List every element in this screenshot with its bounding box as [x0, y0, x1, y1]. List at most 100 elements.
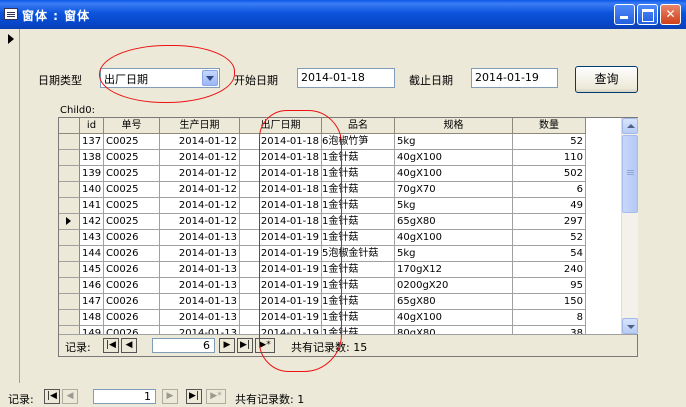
table-cell[interactable]: C0026: [104, 262, 160, 278]
table-cell[interactable]: 2014-01-13: [160, 310, 240, 326]
row-selector[interactable]: [59, 326, 80, 334]
column-header[interactable]: 规格: [395, 118, 513, 134]
table-cell[interactable]: 2014-01-19: [240, 294, 322, 310]
table-cell[interactable]: 143: [80, 230, 104, 246]
table-row[interactable]: 148 C0026 2014-01-13 2014-01-19 1金针菇 40gX100 8: [59, 310, 621, 326]
table-cell[interactable]: 146: [80, 278, 104, 294]
table-cell[interactable]: 52: [513, 134, 586, 150]
table-cell[interactable]: C0025: [104, 214, 160, 230]
table-cell[interactable]: 2014-01-12: [160, 182, 240, 198]
row-selector[interactable]: [59, 230, 80, 246]
table-cell[interactable]: 2014-01-12: [160, 214, 240, 230]
outer-record-selector[interactable]: [0, 29, 20, 383]
table-cell[interactable]: C0025: [104, 150, 160, 166]
table-cell[interactable]: 1金针菇: [322, 310, 395, 326]
row-selector[interactable]: [59, 310, 80, 326]
row-selector[interactable]: [59, 246, 80, 262]
row-selector[interactable]: [59, 198, 80, 214]
table-cell[interactable]: 1金针菇: [322, 230, 395, 246]
table-row[interactable]: 140 C0025 2014-01-12 2014-01-18 1金针菇 70gX70 6: [59, 182, 621, 198]
table-cell[interactable]: 145: [80, 262, 104, 278]
table-cell[interactable]: 6泡椒竹笋: [322, 134, 395, 150]
start-date-field[interactable]: 2014-01-18: [297, 68, 395, 88]
table-cell[interactable]: 2014-01-12: [160, 150, 240, 166]
table-cell[interactable]: 2014-01-12: [160, 134, 240, 150]
table-cell[interactable]: C0025: [104, 134, 160, 150]
table-row[interactable]: 141 C0025 2014-01-12 2014-01-18 1金针菇 5kg 49: [59, 198, 621, 214]
table-cell[interactable]: 2014-01-13: [160, 294, 240, 310]
table-cell[interactable]: 1金针菇: [322, 278, 395, 294]
table-cell[interactable]: 40gX100: [395, 166, 513, 182]
table-cell[interactable]: 40gX100: [395, 310, 513, 326]
table-cell[interactable]: 1金针菇: [322, 166, 395, 182]
row-selector[interactable]: [59, 166, 80, 182]
query-button[interactable]: 查询: [575, 66, 638, 93]
table-cell[interactable]: 138: [80, 150, 104, 166]
row-selector[interactable]: [59, 134, 80, 150]
table-cell[interactable]: 2014-01-19: [240, 262, 322, 278]
table-cell[interactable]: 2014-01-18: [240, 166, 322, 182]
last-record-icon[interactable]: ▶|: [237, 338, 253, 353]
header-corner[interactable]: [59, 118, 80, 134]
table-cell[interactable]: 2014-01-13: [160, 230, 240, 246]
table-cell[interactable]: 149: [80, 326, 104, 334]
column-header[interactable]: 生产日期: [160, 118, 240, 134]
table-cell[interactable]: 2014-01-19: [240, 278, 322, 294]
first-record-icon[interactable]: |◀: [103, 338, 119, 353]
table-cell[interactable]: 65gX80: [395, 214, 513, 230]
table-row[interactable]: 143 C0026 2014-01-13 2014-01-19 1金针菇 40gX100 5…: [59, 230, 621, 246]
table-cell[interactable]: 141: [80, 198, 104, 214]
column-header[interactable]: 品名: [322, 118, 395, 134]
table-cell[interactable]: 2014-01-13: [160, 326, 240, 334]
table-row[interactable]: 145 C0026 2014-01-13 2014-01-19 1金针菇 170gX12 2…: [59, 262, 621, 278]
end-date-field[interactable]: 2014-01-19: [471, 68, 558, 88]
row-selector[interactable]: [59, 182, 80, 198]
vertical-scrollbar[interactable]: [621, 118, 638, 334]
table-cell[interactable]: 147: [80, 294, 104, 310]
table-cell[interactable]: 52: [513, 230, 586, 246]
table-cell[interactable]: C0025: [104, 166, 160, 182]
table-cell[interactable]: 2014-01-19: [240, 326, 322, 334]
table-row[interactable]: 146 C0026 2014-01-13 2014-01-19 1金针菇 0200gX20…: [59, 278, 621, 294]
row-selector[interactable]: [59, 294, 80, 310]
table-cell[interactable]: 1金针菇: [322, 150, 395, 166]
table-cell[interactable]: 54: [513, 246, 586, 262]
subform-record-number-input[interactable]: 6: [152, 338, 215, 353]
table-cell[interactable]: 144: [80, 246, 104, 262]
table-cell[interactable]: C0025: [104, 198, 160, 214]
previous-record-icon[interactable]: ◀: [121, 338, 137, 353]
table-row[interactable]: 149 C0026 2014-01-13 2014-01-19 1金针菇 80gX80 38: [59, 326, 621, 334]
table-cell[interactable]: 2014-01-18: [240, 182, 322, 198]
table-row[interactable]: 144 C0026 2014-01-13 2014-01-19 5泡椒金针菇 5kg 54: [59, 246, 621, 262]
table-cell[interactable]: 5kg: [395, 246, 513, 262]
table-cell[interactable]: C0026: [104, 246, 160, 262]
table-cell[interactable]: 2014-01-19: [240, 310, 322, 326]
table-cell[interactable]: 240: [513, 262, 586, 278]
table-cell[interactable]: 95: [513, 278, 586, 294]
table-cell[interactable]: 8: [513, 310, 586, 326]
table-cell[interactable]: 40gX100: [395, 150, 513, 166]
table-cell[interactable]: 80gX80: [395, 326, 513, 334]
table-cell[interactable]: 2014-01-19: [240, 246, 322, 262]
form-last-record-icon[interactable]: ▶|: [186, 389, 202, 404]
chevron-down-icon[interactable]: [202, 70, 218, 86]
table-cell[interactable]: 170gX12: [395, 262, 513, 278]
table-cell[interactable]: 2014-01-13: [160, 262, 240, 278]
table-cell[interactable]: 2014-01-18: [240, 214, 322, 230]
column-header[interactable]: 出厂日期: [240, 118, 322, 134]
row-selector[interactable]: [59, 150, 80, 166]
minimize-button[interactable]: [614, 4, 635, 25]
table-cell[interactable]: 38: [513, 326, 586, 334]
table-cell[interactable]: 2014-01-13: [160, 278, 240, 294]
table-cell[interactable]: 150: [513, 294, 586, 310]
scroll-thumb[interactable]: [622, 135, 638, 213]
table-row[interactable]: 137 C0025 2014-01-12 2014-01-18 6泡椒竹笋 5kg 52: [59, 134, 621, 150]
table-cell[interactable]: C0026: [104, 310, 160, 326]
table-cell[interactable]: 2014-01-12: [160, 198, 240, 214]
table-cell[interactable]: 0200gX20: [395, 278, 513, 294]
column-header[interactable]: 单号: [104, 118, 160, 134]
form-record-number-input[interactable]: 1: [93, 389, 156, 404]
table-cell[interactable]: 148: [80, 310, 104, 326]
table-cell[interactable]: 5kg: [395, 134, 513, 150]
table-row[interactable]: 147 C0026 2014-01-13 2014-01-19 1金针菇 65gX80 15…: [59, 294, 621, 310]
